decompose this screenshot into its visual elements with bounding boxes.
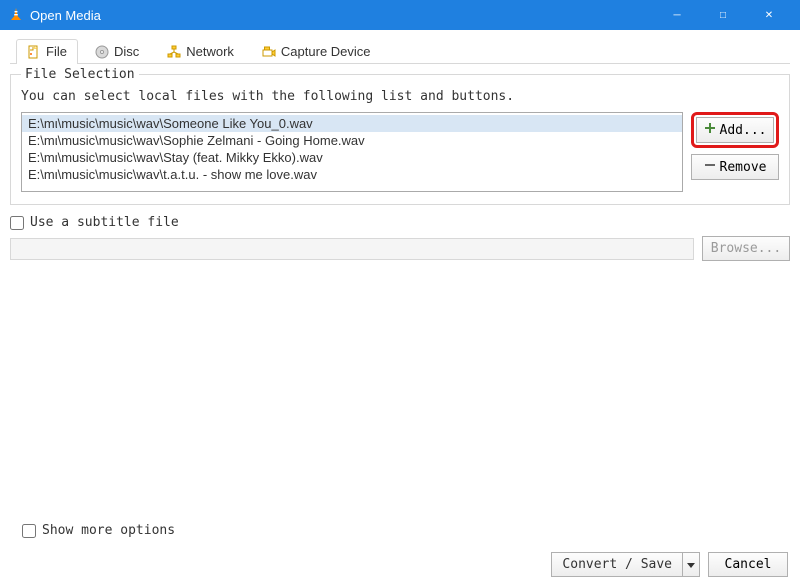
subtitle-path-field xyxy=(10,238,694,260)
tab-network[interactable]: Network xyxy=(156,39,245,64)
subtitle-checkbox[interactable] xyxy=(10,216,24,230)
tab-disc[interactable]: Disc xyxy=(84,39,150,64)
button-label: Remove xyxy=(720,160,767,175)
source-tabs: File Disc Network Capture Device xyxy=(10,38,790,64)
browse-button[interactable]: Browse... xyxy=(702,236,790,261)
add-button[interactable]: Add... xyxy=(696,117,774,143)
network-icon xyxy=(167,45,181,59)
show-more-checkbox[interactable] xyxy=(22,524,36,538)
tab-label: Disc xyxy=(114,44,139,59)
list-item[interactable]: E:\mι\music\music\wav\t.a.t.u. - show me… xyxy=(22,166,682,183)
tab-capture[interactable]: Capture Device xyxy=(251,39,382,64)
file-selection-help: You can select local files with the foll… xyxy=(21,89,779,104)
list-item[interactable]: E:\mι\music\music\wav\Sophie Zelmani - G… xyxy=(22,132,682,149)
tab-label: Capture Device xyxy=(281,44,371,59)
minimize-button[interactable]: ─ xyxy=(654,0,700,30)
group-title: File Selection xyxy=(21,67,139,82)
minus-icon xyxy=(704,159,716,175)
chevron-down-icon xyxy=(687,557,695,572)
plus-icon xyxy=(704,122,716,138)
tab-label: File xyxy=(46,44,67,59)
close-button[interactable]: ✕ xyxy=(746,0,792,30)
vlc-icon xyxy=(8,6,24,25)
convert-save-button[interactable]: Convert / Save xyxy=(551,552,682,577)
tab-label: Network xyxy=(186,44,234,59)
disc-icon xyxy=(95,45,109,59)
tab-file[interactable]: File xyxy=(16,39,78,64)
window-title: Open Media xyxy=(30,8,101,23)
file-list[interactable]: E:\mι\music\music\wav\Someone Like You_0… xyxy=(21,112,683,192)
cancel-button[interactable]: Cancel xyxy=(708,552,788,577)
subtitle-label: Use a subtitle file xyxy=(30,215,179,230)
dialog-footer: Convert / Save Cancel xyxy=(0,548,800,588)
show-more-label: Show more options xyxy=(42,523,175,538)
capture-icon xyxy=(262,45,276,59)
file-selection-group: File Selection You can select local file… xyxy=(10,74,790,205)
button-label: Add... xyxy=(720,123,767,138)
list-item[interactable]: E:\mι\music\music\wav\Someone Like You_0… xyxy=(22,115,682,132)
maximize-button[interactable]: □ xyxy=(700,0,746,30)
convert-save-dropdown[interactable] xyxy=(682,552,700,577)
remove-button[interactable]: Remove xyxy=(691,154,779,180)
title-bar: Open Media ─ □ ✕ xyxy=(0,0,800,30)
annotation-highlight: Add... xyxy=(691,112,779,148)
list-item[interactable]: E:\mι\music\music\wav\Stay (feat. Mikky … xyxy=(22,149,682,166)
file-icon xyxy=(27,45,41,59)
